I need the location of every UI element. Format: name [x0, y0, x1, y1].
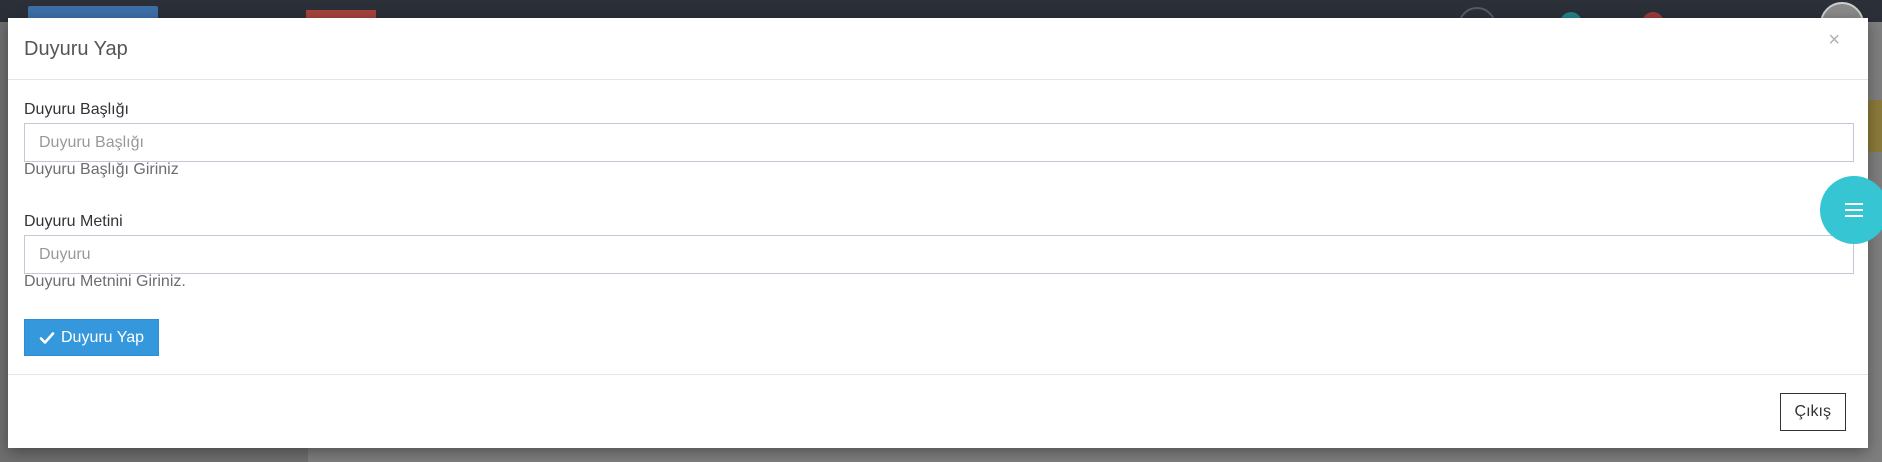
- check-icon: [39, 330, 55, 346]
- modal-body: Duyuru Başlığı Duyuru Başlığı Giriniz Du…: [8, 80, 1868, 374]
- close-icon[interactable]: ×: [1828, 30, 1840, 50]
- hamburger-menu-icon: [1845, 202, 1863, 218]
- message-label: Duyuru Metini: [24, 213, 123, 230]
- title-input[interactable]: [24, 123, 1854, 162]
- modal-title: Duyuru Yap: [24, 38, 128, 60]
- message-input[interactable]: [24, 235, 1854, 274]
- title-label: Duyuru Başlığı: [24, 101, 129, 118]
- modal-footer: Çıkış: [8, 374, 1868, 448]
- title-help-text: Duyuru Başlığı Giriniz: [24, 161, 179, 178]
- message-help-text: Duyuru Metnini Giriniz.: [24, 273, 186, 290]
- floating-menu-button[interactable]: [1820, 176, 1882, 244]
- modal-header: Duyuru Yap ×: [8, 18, 1868, 80]
- exit-button[interactable]: Çıkış: [1779, 393, 1846, 431]
- announcement-modal: Duyuru Yap × Duyuru Başlığı Duyuru Başlı…: [8, 18, 1868, 448]
- submit-button-label: Duyuru Yap: [61, 328, 145, 346]
- submit-announcement-button[interactable]: Duyuru Yap: [24, 319, 160, 356]
